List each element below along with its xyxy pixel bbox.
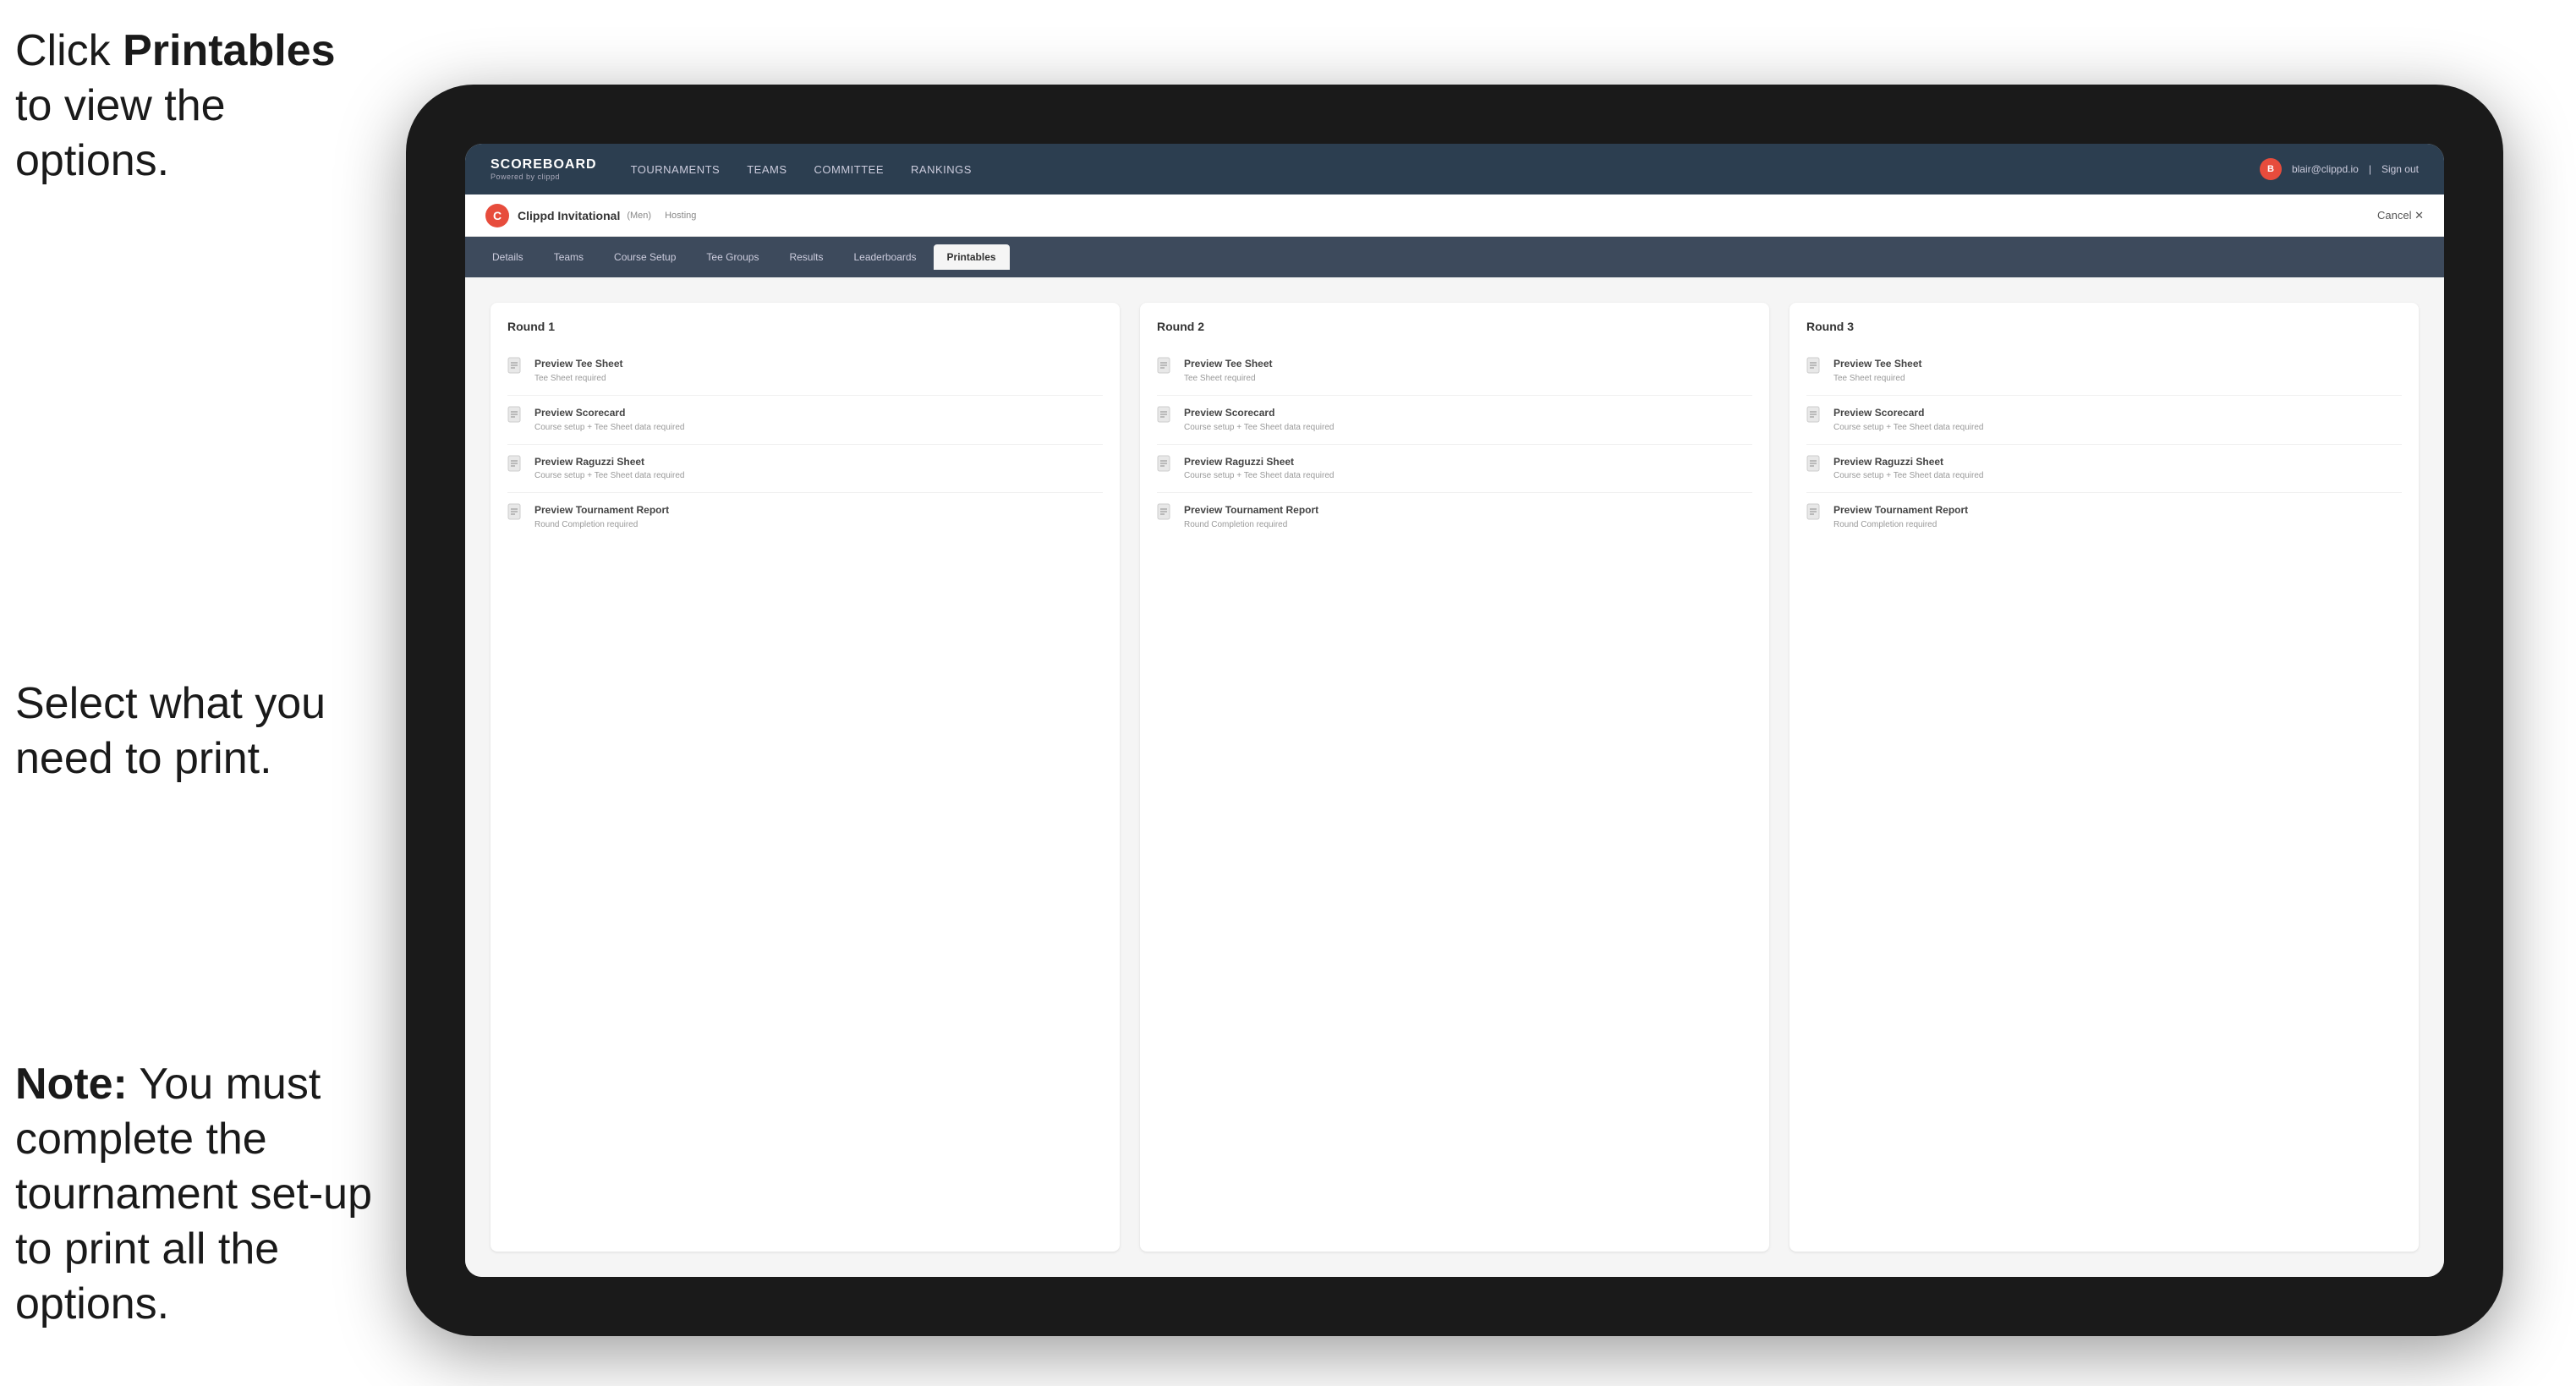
round2-tournament-report-title: Preview Tournament Report: [1184, 503, 1318, 518]
instruction-top: Click Printables to view the options.: [15, 24, 370, 189]
round1-tournament-report-title: Preview Tournament Report: [534, 503, 669, 518]
document-icon: [1806, 503, 1823, 523]
tournament-name: Clippd Invitational: [518, 209, 620, 222]
round1-tournament-report[interactable]: Preview Tournament Report Round Completi…: [507, 493, 1103, 541]
instruction-middle: Select what you need to print.: [15, 677, 370, 786]
tournament-status: Hosting: [665, 211, 696, 221]
nav-committee[interactable]: COMMITTEE: [814, 160, 885, 179]
round3-tournament-report-subtitle: Round Completion required: [1833, 519, 1968, 531]
document-icon: [507, 406, 524, 426]
round2-raguzzi-title: Preview Raguzzi Sheet: [1184, 455, 1334, 469]
tab-bar: Details Teams Course Setup Tee Groups Re…: [465, 237, 2444, 277]
tab-teams[interactable]: Teams: [540, 244, 597, 270]
nav-rankings[interactable]: RANKINGS: [911, 160, 972, 179]
tablet-frame: SCOREBOARD Powered by clippd TOURNAMENTS…: [406, 85, 2503, 1336]
sign-out-link[interactable]: Sign out: [2381, 163, 2419, 175]
round1-scorecard-title: Preview Scorecard: [534, 406, 684, 420]
document-icon: [1157, 503, 1174, 523]
tab-tee-groups[interactable]: Tee Groups: [693, 244, 772, 270]
nav-teams[interactable]: TEAMS: [747, 160, 787, 179]
nav-user-email: blair@clippd.io: [2292, 163, 2359, 175]
round1-raguzzi[interactable]: Preview Raguzzi Sheet Course setup + Tee…: [507, 445, 1103, 494]
document-icon: [1806, 406, 1823, 426]
round3-raguzzi-title: Preview Raguzzi Sheet: [1833, 455, 1983, 469]
round2-tee-sheet-subtitle: Tee Sheet required: [1184, 373, 1273, 385]
tab-details[interactable]: Details: [479, 244, 537, 270]
round-1-title: Round 1: [507, 320, 1103, 333]
document-icon: [1806, 455, 1823, 475]
round2-tournament-report[interactable]: Preview Tournament Report Round Completi…: [1157, 493, 1752, 541]
round3-tournament-report-title: Preview Tournament Report: [1833, 503, 1968, 518]
round-2-column: Round 2 Preview Tee Sheet Tee Sheet requ…: [1140, 303, 1769, 1252]
round2-tee-sheet-title: Preview Tee Sheet: [1184, 357, 1273, 371]
tournament-logo: C: [485, 204, 509, 227]
round2-tournament-report-subtitle: Round Completion required: [1184, 519, 1318, 531]
top-nav: SCOREBOARD Powered by clippd TOURNAMENTS…: [465, 144, 2444, 194]
round2-tee-sheet[interactable]: Preview Tee Sheet Tee Sheet required: [1157, 347, 1752, 396]
round1-tee-sheet-title: Preview Tee Sheet: [534, 357, 623, 371]
nav-avatar: B: [2260, 158, 2282, 180]
main-content: Round 1 Preview Tee Sheet Tee Sheet requ…: [465, 277, 2444, 1277]
instruction-bottom: Note: You must complete the tournament s…: [15, 1057, 396, 1332]
round3-tee-sheet-subtitle: Tee Sheet required: [1833, 373, 1922, 385]
nav-items: TOURNAMENTS TEAMS COMMITTEE RANKINGS: [631, 160, 2260, 179]
round1-scorecard-subtitle: Course setup + Tee Sheet data required: [534, 422, 684, 434]
round3-scorecard-subtitle: Course setup + Tee Sheet data required: [1833, 422, 1983, 434]
round1-tee-sheet-subtitle: Tee Sheet required: [534, 373, 623, 385]
round3-raguzzi[interactable]: Preview Raguzzi Sheet Course setup + Tee…: [1806, 445, 2402, 494]
tab-results[interactable]: Results: [776, 244, 836, 270]
document-icon: [1157, 406, 1174, 426]
round2-scorecard[interactable]: Preview Scorecard Course setup + Tee She…: [1157, 396, 1752, 445]
tournament-badge: (Men): [627, 211, 651, 221]
round1-scorecard[interactable]: Preview Scorecard Course setup + Tee She…: [507, 396, 1103, 445]
round2-raguzzi-subtitle: Course setup + Tee Sheet data required: [1184, 470, 1334, 482]
round1-raguzzi-subtitle: Course setup + Tee Sheet data required: [534, 470, 684, 482]
nav-right: B blair@clippd.io | Sign out: [2260, 158, 2419, 180]
round3-scorecard-title: Preview Scorecard: [1833, 406, 1983, 420]
round3-tournament-report[interactable]: Preview Tournament Report Round Completi…: [1806, 493, 2402, 541]
round2-scorecard-title: Preview Scorecard: [1184, 406, 1334, 420]
document-icon: [507, 455, 524, 475]
round3-raguzzi-subtitle: Course setup + Tee Sheet data required: [1833, 470, 1983, 482]
tab-course-setup[interactable]: Course Setup: [600, 244, 689, 270]
document-icon: [507, 503, 524, 523]
nav-tournaments[interactable]: TOURNAMENTS: [631, 160, 721, 179]
tournament-bar: C Clippd Invitational (Men) Hosting Canc…: [465, 194, 2444, 237]
cancel-button[interactable]: Cancel ✕: [2377, 209, 2424, 222]
tablet-screen: SCOREBOARD Powered by clippd TOURNAMENTS…: [465, 144, 2444, 1277]
tab-printables[interactable]: Printables: [934, 244, 1010, 270]
round1-tee-sheet[interactable]: Preview Tee Sheet Tee Sheet required: [507, 347, 1103, 396]
round-3-column: Round 3 Preview Tee Sheet Tee Sheet requ…: [1789, 303, 2419, 1252]
round2-scorecard-subtitle: Course setup + Tee Sheet data required: [1184, 422, 1334, 434]
round1-tournament-report-subtitle: Round Completion required: [534, 519, 669, 531]
logo-sub: Powered by clippd: [491, 173, 597, 181]
round3-scorecard[interactable]: Preview Scorecard Course setup + Tee She…: [1806, 396, 2402, 445]
tab-leaderboards[interactable]: Leaderboards: [840, 244, 929, 270]
round3-tee-sheet[interactable]: Preview Tee Sheet Tee Sheet required: [1806, 347, 2402, 396]
logo-title: SCOREBOARD: [491, 157, 597, 173]
round-1-column: Round 1 Preview Tee Sheet Tee Sheet requ…: [491, 303, 1120, 1252]
document-icon: [1157, 357, 1174, 377]
document-icon: [1157, 455, 1174, 475]
round-2-title: Round 2: [1157, 320, 1752, 333]
round-3-title: Round 3: [1806, 320, 2402, 333]
round2-raguzzi[interactable]: Preview Raguzzi Sheet Course setup + Tee…: [1157, 445, 1752, 494]
document-icon: [507, 357, 524, 377]
scoreboard-logo: SCOREBOARD Powered by clippd: [491, 157, 597, 181]
round1-raguzzi-title: Preview Raguzzi Sheet: [534, 455, 684, 469]
document-icon: [1806, 357, 1823, 377]
round3-tee-sheet-title: Preview Tee Sheet: [1833, 357, 1922, 371]
